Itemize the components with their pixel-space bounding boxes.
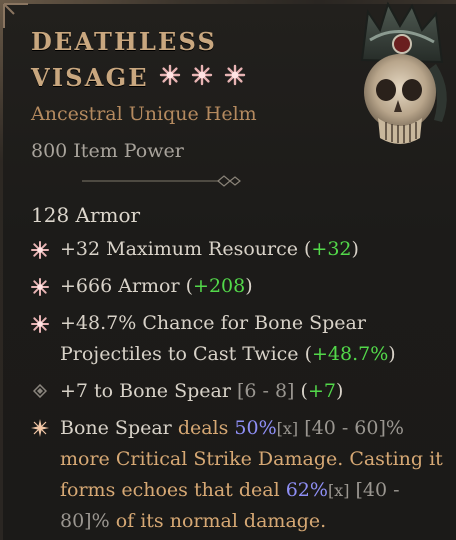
- affix-bonus: +7: [307, 380, 336, 402]
- unique-power-x: [x]: [327, 481, 350, 500]
- affix-diamond-bullet-icon: [33, 384, 47, 398]
- affix-bone-spear-rank: +7 to Bone Spear [6 - 8] (+7): [31, 376, 451, 407]
- greater-affix-star-icon: [224, 64, 246, 86]
- item-name-line2: VISAGE: [31, 63, 149, 92]
- greater-affix-stars: [159, 60, 246, 96]
- tooltip-frame-left: [0, 0, 3, 540]
- affix-bonus: +48.7%: [311, 343, 389, 365]
- item-tooltip: DEATHLESS VISAGE Ancestral Unique Helm 8…: [0, 0, 456, 540]
- affix-text-line2: Projectiles to Cast Twice: [60, 343, 299, 365]
- armor-value: 128 Armor: [31, 203, 141, 227]
- unique-power-value: 62%: [285, 479, 328, 501]
- affix-bonus: +32: [311, 238, 352, 260]
- unique-power: Bone Spear deals 50%[x] [40 - 60]% more …: [31, 413, 451, 537]
- item-subtitle: Ancestral Unique Helm: [31, 103, 257, 125]
- unique-power-skill: Bone Spear: [60, 417, 172, 439]
- greater-affix-bullet-icon: [31, 278, 49, 296]
- affix-armor: +666 Armor (+208): [31, 271, 451, 302]
- affix-range: [6 - 8]: [236, 380, 295, 402]
- item-power: 800 Item Power: [31, 140, 184, 162]
- affix-bonus: +208: [193, 275, 246, 297]
- unique-power-text: of its normal damage.: [115, 510, 327, 532]
- affix-text: +7 to Bone Spear: [60, 380, 231, 402]
- unique-power-x: [x]: [276, 419, 299, 438]
- affix-text: +666 Armor: [60, 275, 180, 297]
- affix-text: +32 Maximum Resource: [60, 238, 298, 260]
- greater-affix-bullet-icon: [31, 241, 49, 259]
- greater-affix-star-icon: [159, 64, 180, 86]
- unique-power-range: [40 - 60]%: [304, 417, 404, 439]
- affix-chance-bone-spear: +48.7% Chance for Bone Spear Projectiles…: [31, 308, 451, 370]
- affix-list: +32 Maximum Resource (+32) +666 Armor (+…: [31, 234, 451, 537]
- skull-helm-icon: [360, 1, 447, 144]
- corner-ornament-icon: [3, 3, 28, 28]
- section-divider: [82, 175, 241, 187]
- greater-affix-star-icon: [192, 64, 213, 86]
- greater-affix-bullet-icon: [31, 315, 49, 333]
- unique-power-text: deals: [177, 417, 229, 439]
- unique-power-value: 50%: [234, 417, 277, 439]
- affix-text-line1: +48.7% Chance for Bone Spear: [60, 312, 366, 334]
- item-name: DEATHLESS VISAGE: [31, 24, 246, 96]
- unique-power-star-icon: [31, 419, 49, 437]
- item-name-line1: DEATHLESS: [31, 27, 218, 56]
- affix-maximum-resource: +32 Maximum Resource (+32): [31, 234, 451, 265]
